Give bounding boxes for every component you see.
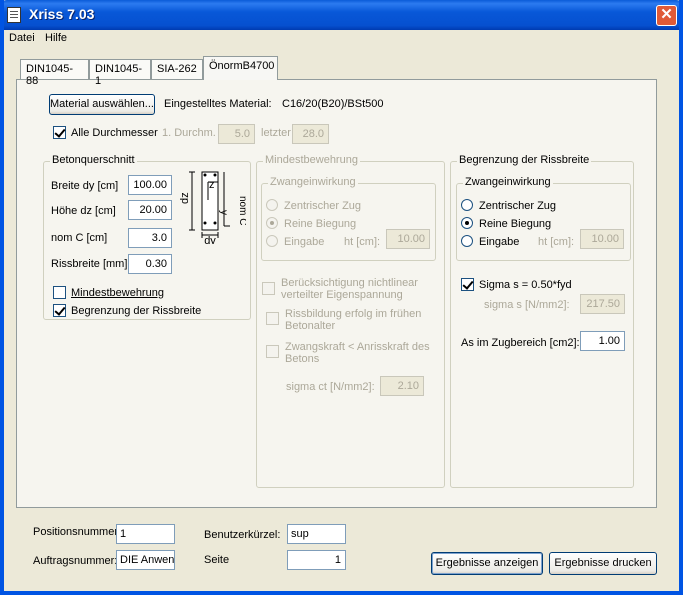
alle-durchmesser-label: Alle Durchmesser xyxy=(71,127,158,139)
window-title: Xriss 7.03 xyxy=(29,6,95,22)
nomc-label: nom C [cm] xyxy=(51,232,108,244)
begrenzung-title: Begrenzung der Rissbreite xyxy=(457,154,592,166)
benutzerkuerzel-label: Benutzerkürzel: xyxy=(204,529,281,541)
breite-label: Breite dy [cm] xyxy=(51,180,119,192)
sigma-s-checkbox[interactable] xyxy=(461,278,474,291)
fruehes-betonalter-label: Rissbildung erfolg im frühen Betonalter xyxy=(285,308,422,332)
fruehes-betonalter-checkbox[interactable] xyxy=(266,312,279,325)
mindest-eingabe-radio[interactable] xyxy=(266,235,278,247)
rissbreite-input[interactable]: 0.30 xyxy=(128,254,172,274)
sigma-s-value-label: sigma s [N/mm2]: xyxy=(484,299,570,311)
diagram-nomc-label: nom C xyxy=(237,196,246,225)
breite-input[interactable]: 100.00 xyxy=(128,175,172,195)
nichtlinear-checkbox[interactable] xyxy=(262,282,275,295)
mindestbewehrung-checkbox[interactable] xyxy=(53,286,66,299)
zwangskraft-checkbox[interactable] xyxy=(266,345,279,358)
material-value: C16/20(B20)/BSt500 xyxy=(282,98,384,110)
begrenzung-eingabe-label: Eingabe xyxy=(479,236,520,248)
close-button[interactable]: ✕ xyxy=(656,5,677,26)
app-icon xyxy=(7,7,21,23)
seite-label: Seite xyxy=(204,554,230,566)
sigma-ct-input[interactable]: 2.10 xyxy=(380,376,424,396)
erster-durchmesser-input[interactable]: 5.0 xyxy=(218,124,255,144)
nichtlinear-label: Berücksichtigung nichtlinear verteilter … xyxy=(281,277,418,301)
diagram-dz-label: dz xyxy=(179,192,191,204)
begrenzung-ht-label: ht [cm]: xyxy=(538,236,575,248)
tab-din1045-88[interactable]: DIN1045-88 xyxy=(20,59,89,87)
hoehe-input[interactable]: 20.00 xyxy=(128,200,172,220)
mindest-eingabe-label: Eingabe xyxy=(284,236,325,248)
begrenzung-zwang-title: Zwangeinwirkung xyxy=(463,176,553,188)
mindest-reine-biegung-radio[interactable] xyxy=(266,217,278,229)
auftragsnummer-label: Auftragsnummer: xyxy=(33,555,118,567)
diagram-dy-label: dy xyxy=(204,235,216,244)
ergebnisse-anzeigen-button[interactable]: Ergebnisse anzeigen xyxy=(431,552,543,575)
diagram-z-label: z xyxy=(209,179,215,191)
mindest-zwang-title: Zwangeinwirkung xyxy=(268,176,358,188)
begrenzung-zentrischer-zug-radio[interactable] xyxy=(461,199,473,211)
mindest-ht-input[interactable]: 10.00 xyxy=(386,229,430,249)
begrenzung-ht-input[interactable]: 10.00 xyxy=(580,229,624,249)
as-zugbereich-label: As im Zugbereich [cm2]: xyxy=(461,337,580,349)
begrenzung-zentrischer-zug-label: Zentrischer Zug xyxy=(479,200,557,212)
betonquerschnitt-title: Betonquerschnitt xyxy=(50,154,137,166)
positionsnummer-label: Positionsnummer: xyxy=(33,526,122,538)
alle-durchmesser-checkbox[interactable] xyxy=(53,126,66,139)
mindest-reine-biegung-label: Reine Biegung xyxy=(284,218,357,230)
cross-section-diagram: dz dy z y nom C xyxy=(179,171,246,244)
begrenzung-rissbreite-checkbox[interactable] xyxy=(53,304,66,317)
rissbreite-label: Rissbreite [mm] xyxy=(51,258,128,270)
erster-durchmesser-label: 1. Durchm. xyxy=(162,127,216,139)
mindest-ht-label: ht [cm]: xyxy=(344,236,381,248)
nomc-input[interactable]: 3.0 xyxy=(128,228,172,248)
positionsnummer-input[interactable]: 1 xyxy=(116,524,175,544)
letzter-durchmesser-label: letzter xyxy=(261,127,291,139)
begrenzung-eingabe-radio[interactable] xyxy=(461,235,473,247)
sigma-ct-label: sigma ct [N/mm2]: xyxy=(286,381,375,393)
mindestbewehrung-title: Mindestbewehrung xyxy=(263,154,360,166)
menu-hilfe[interactable]: Hilfe xyxy=(45,32,67,44)
sigma-s-checkbox-label: Sigma s = 0.50*fyd xyxy=(479,279,572,291)
tab-din1045-1[interactable]: DIN1045-1 xyxy=(89,59,151,87)
benutzerkuerzel-input[interactable]: sup xyxy=(287,524,346,544)
begrenzung-reine-biegung-label: Reine Biegung xyxy=(479,218,552,230)
tab-onorm-b4700[interactable]: ÖnormB4700 xyxy=(203,56,278,80)
material-label: Eingestelltes Material: xyxy=(164,98,272,110)
diagram-y-label: y xyxy=(218,210,229,215)
material-select-button[interactable]: Material auswählen... xyxy=(49,94,155,115)
zwangskraft-label: Zwangskraft < Anrisskraft des Betons xyxy=(285,341,430,365)
title-bar[interactable]: Xriss 7.03 ✕ xyxy=(0,0,683,30)
seite-input[interactable]: 1 xyxy=(287,550,346,570)
ergebnisse-drucken-button[interactable]: Ergebnisse drucken xyxy=(549,552,657,575)
mindest-zentrischer-zug-label: Zentrischer Zug xyxy=(284,200,362,212)
begrenzung-reine-biegung-radio[interactable] xyxy=(461,217,473,229)
sigma-s-input[interactable]: 217.50 xyxy=(580,294,625,314)
menu-datei[interactable]: Datei xyxy=(9,32,35,44)
as-zugbereich-input[interactable]: 1.00 xyxy=(580,331,625,351)
menu-bar: Datei Hilfe xyxy=(4,30,679,48)
auftragsnummer-input[interactable]: DIE Anwen xyxy=(116,550,175,570)
begrenzung-rissbreite-checkbox-label: Begrenzung der Rissbreite xyxy=(71,305,202,317)
hoehe-label: Höhe dz [cm] xyxy=(51,205,116,217)
mindestbewehrung-checkbox-label: Mindestbewehrung xyxy=(71,287,164,299)
letzter-durchmesser-input[interactable]: 28.0 xyxy=(292,124,329,144)
tab-sia-262[interactable]: SIA-262 xyxy=(151,59,203,79)
mindest-zentrischer-zug-radio[interactable] xyxy=(266,199,278,211)
